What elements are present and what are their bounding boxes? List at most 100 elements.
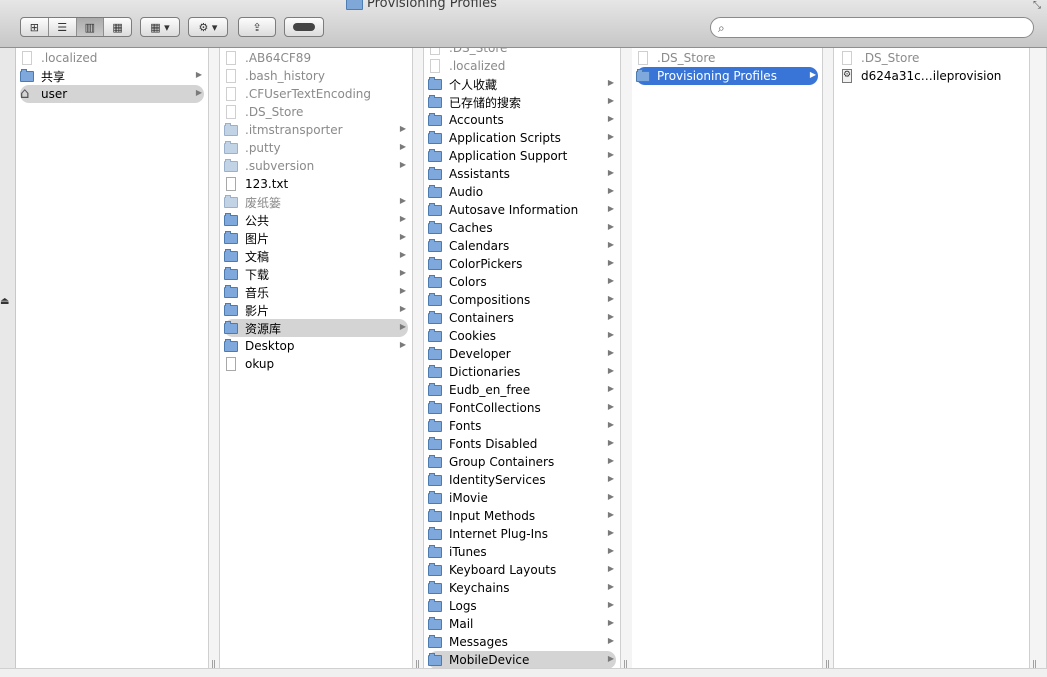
folder-item[interactable]: Internet Plug-Ins ▶ xyxy=(428,525,616,543)
disclosure-arrow-icon: ▶ xyxy=(607,168,614,177)
home-icon xyxy=(20,84,34,102)
sidebar-edge[interactable]: ⏏ xyxy=(0,48,16,676)
folder-item[interactable]: Fonts Disabled ▶ xyxy=(428,435,616,453)
folder-item[interactable]: IdentityServices ▶ xyxy=(428,471,616,489)
list-icon: ☰ xyxy=(57,20,68,34)
column-resizer[interactable]: || xyxy=(412,48,424,676)
action-button[interactable]: ⚙ ▾ xyxy=(188,17,228,37)
share-button[interactable]: ⇪ xyxy=(238,17,276,37)
folder-icon xyxy=(428,581,442,595)
tags-button[interactable] xyxy=(284,17,324,37)
folder-item[interactable]: Calendars ▶ xyxy=(428,237,616,255)
disclosure-arrow-icon: ▶ xyxy=(399,160,406,169)
item-label: .bash_history xyxy=(245,69,325,83)
file-item[interactable]: .DS_Store xyxy=(224,103,408,121)
file-item[interactable]: .AB64CF89 xyxy=(224,49,408,67)
folder-item[interactable]: Logs ▶ xyxy=(428,597,616,615)
folder-item[interactable]: Developer ▶ xyxy=(428,345,616,363)
eject-icon[interactable]: ⏏ xyxy=(0,296,9,307)
icon-view-button[interactable]: ⊞ xyxy=(21,18,49,36)
disclosure-arrow-icon: ▶ xyxy=(607,96,614,105)
item-label: 下载 xyxy=(245,267,270,282)
folder-item[interactable]: .putty ▶ xyxy=(224,139,408,157)
folder-item[interactable]: 公共 ▶ xyxy=(224,211,408,229)
folder-item[interactable]: FontCollections ▶ xyxy=(428,399,616,417)
file-item[interactable]: .localized xyxy=(428,57,616,75)
file-item[interactable]: .bash_history xyxy=(224,67,408,85)
folder-item[interactable]: Dictionaries ▶ xyxy=(428,363,616,381)
folder-item[interactable]: .itmstransporter ▶ xyxy=(224,121,408,139)
file-item[interactable]: .DS_Store xyxy=(428,48,616,57)
folder-item[interactable]: Application Scripts ▶ xyxy=(428,129,616,147)
document-icon xyxy=(224,105,238,119)
folder-item[interactable]: Compositions ▶ xyxy=(428,291,616,309)
folder-item[interactable]: Fonts ▶ xyxy=(428,417,616,435)
folder-item[interactable]: 文稿 ▶ xyxy=(224,247,408,265)
column-view-button[interactable]: ▥ xyxy=(76,18,105,36)
folder-item[interactable]: Keyboard Layouts ▶ xyxy=(428,561,616,579)
folder-item[interactable]: Provisioning Profiles ▶ xyxy=(636,67,818,85)
folder-item[interactable]: user ▶ xyxy=(20,84,204,103)
folder-icon xyxy=(428,365,442,379)
folder-item[interactable]: Colors ▶ xyxy=(428,273,616,291)
file-item[interactable]: 123.txt xyxy=(224,175,408,193)
file-item[interactable]: .localized xyxy=(20,49,204,67)
search-field[interactable]: ⌕ xyxy=(710,17,1034,38)
folder-item[interactable]: Cookies ▶ xyxy=(428,327,616,345)
folder-item[interactable]: .subversion ▶ xyxy=(224,157,408,175)
folder-item[interactable]: 已存储的搜索 ▶ xyxy=(428,93,616,111)
coverflow-view-button[interactable]: ▦ xyxy=(104,18,131,36)
folder-item[interactable]: 影片 ▶ xyxy=(224,301,408,319)
item-label: 音乐 xyxy=(245,285,270,300)
folder-item[interactable]: 共享 ▶ xyxy=(20,67,204,85)
search-input[interactable] xyxy=(735,19,1029,37)
folder-item[interactable]: 废纸篓 ▶ xyxy=(224,193,408,211)
folder-item[interactable]: Desktop ▶ xyxy=(224,337,408,355)
folder-item[interactable]: Eudb_en_free ▶ xyxy=(428,381,616,399)
item-label: Fonts xyxy=(449,419,482,433)
folder-item[interactable]: 音乐 ▶ xyxy=(224,283,408,301)
folder-item[interactable]: Accounts ▶ xyxy=(428,111,616,129)
folder-item[interactable]: iTunes ▶ xyxy=(428,543,616,561)
column-resizer[interactable]: || xyxy=(1029,48,1047,676)
column-resizer[interactable]: || xyxy=(208,48,220,676)
folder-item[interactable]: Application Support ▶ xyxy=(428,147,616,165)
folder-item[interactable]: ColorPickers ▶ xyxy=(428,255,616,273)
document-icon xyxy=(224,69,238,83)
folder-icon xyxy=(224,285,238,299)
folder-icon xyxy=(224,267,238,281)
folder-item[interactable]: Messages ▶ xyxy=(428,633,616,651)
item-label: user xyxy=(41,87,68,101)
column-resizer[interactable]: || xyxy=(822,48,834,676)
folder-item[interactable]: Containers ▶ xyxy=(428,309,616,327)
folder-icon xyxy=(428,113,442,127)
folder-item[interactable]: 个人收藏 ▶ xyxy=(428,75,616,93)
file-item[interactable]: .DS_Store xyxy=(636,49,818,67)
disclosure-arrow-icon: ▶ xyxy=(607,510,614,519)
item-label: .DS_Store xyxy=(657,51,716,65)
fullscreen-icon[interactable]: ⤡ xyxy=(1033,0,1041,11)
folder-item[interactable]: 图片 ▶ xyxy=(224,229,408,247)
folder-icon xyxy=(428,563,442,577)
item-label: Messages xyxy=(449,635,508,649)
folder-item[interactable]: 下载 ▶ xyxy=(224,265,408,283)
folder-item[interactable]: Keychains ▶ xyxy=(428,579,616,597)
folder-item[interactable]: Autosave Information ▶ xyxy=(428,201,616,219)
folder-item[interactable]: Input Methods ▶ xyxy=(428,507,616,525)
file-item[interactable]: okup xyxy=(224,355,408,373)
folder-item[interactable]: iMovie ▶ xyxy=(428,489,616,507)
folder-item[interactable]: Mail ▶ xyxy=(428,615,616,633)
view-mode-control[interactable]: ⊞ ☰ ▥ ▦ xyxy=(20,17,132,37)
folder-item[interactable]: MobileDevice ▶ xyxy=(428,651,616,668)
folder-item[interactable]: Assistants ▶ xyxy=(428,165,616,183)
folder-item[interactable]: 资源库 ▶ xyxy=(224,319,408,337)
file-item[interactable]: d624a31c…ileprovision xyxy=(840,67,1025,85)
file-item[interactable]: .CFUserTextEncoding xyxy=(224,85,408,103)
list-view-button[interactable]: ☰ xyxy=(49,18,77,36)
folder-item[interactable]: Caches ▶ xyxy=(428,219,616,237)
disclosure-arrow-icon: ▶ xyxy=(195,70,202,79)
folder-item[interactable]: Audio ▶ xyxy=(428,183,616,201)
file-item[interactable]: .DS_Store xyxy=(840,49,1025,67)
arrange-button[interactable]: ▦ ▾ xyxy=(140,17,180,37)
folder-item[interactable]: Group Containers ▶ xyxy=(428,453,616,471)
